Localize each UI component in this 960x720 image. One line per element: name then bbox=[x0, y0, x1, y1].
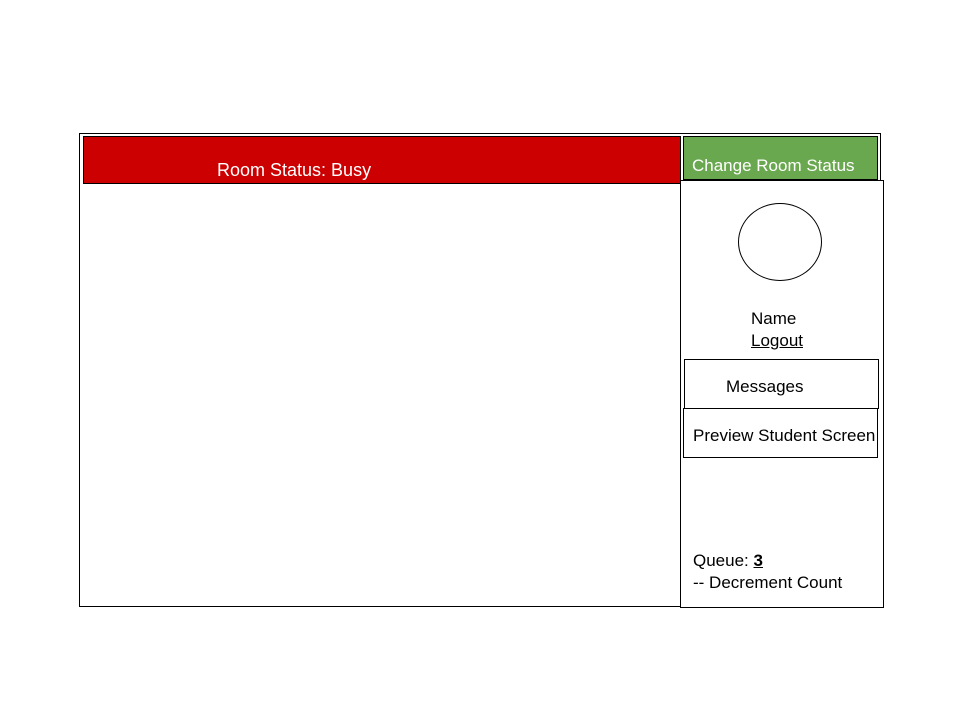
main-content-area bbox=[79, 133, 681, 607]
queue-status: Queue: 3 bbox=[693, 551, 763, 571]
preview-student-screen-button[interactable] bbox=[683, 408, 878, 458]
user-name: Name bbox=[751, 309, 797, 328]
logout-link[interactable]: Logout bbox=[751, 331, 803, 351]
avatar bbox=[738, 203, 822, 281]
queue-label: Queue: bbox=[693, 551, 754, 570]
change-room-status-button[interactable] bbox=[683, 136, 878, 180]
decrement-count-link[interactable]: -- Decrement Count bbox=[693, 573, 842, 593]
messages-button[interactable] bbox=[684, 359, 879, 409]
queue-count: 3 bbox=[753, 551, 763, 570]
room-status-label: Room Status: Busy bbox=[217, 160, 372, 180]
room-status-bar bbox=[83, 136, 681, 184]
